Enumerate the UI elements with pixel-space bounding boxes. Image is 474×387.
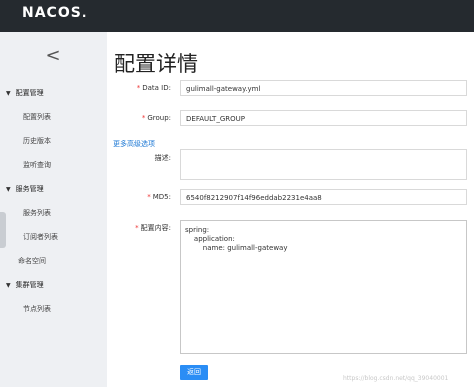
description-label: 描述:: [154, 154, 171, 162]
data-id-field[interactable]: gulimall-gateway.yml: [180, 80, 467, 96]
caret-down-icon: ▼: [6, 90, 11, 97]
md5-field[interactable]: 6540f8212907f14f96eddab2231e4aa8: [180, 189, 467, 205]
chevron-left-icon[interactable]: <: [44, 46, 62, 66]
advanced-options-link[interactable]: 更多高级选项: [113, 139, 155, 149]
config-content-editor[interactable]: spring: application: name: gulimall-gate…: [180, 220, 467, 354]
main-content: 配置详情 * Data ID: gulimall-gateway.yml * Gro…: [107, 32, 474, 387]
group-label: * Group:: [141, 114, 171, 122]
data-id-label: * Data ID:: [136, 84, 171, 92]
watermark: https://blog.csdn.net/qq_39040001: [343, 375, 449, 382]
sidebar-group-service-management[interactable]: ▼ 服务管理: [6, 184, 44, 194]
sidebar-item-namespace[interactable]: 命名空间: [18, 256, 46, 266]
sidebar-item-listener-query[interactable]: 监听查询: [23, 160, 51, 170]
sidebar-item-subscriber-list[interactable]: 订阅者列表: [23, 232, 58, 242]
sidebar-item-service-list[interactable]: 服务列表: [23, 208, 51, 218]
caret-down-icon: ▼: [6, 282, 11, 289]
content-label: * 配置内容:: [135, 224, 171, 232]
sidebar-group-cluster-management[interactable]: ▼ 集群管理: [6, 280, 44, 290]
sidebar-item-node-list[interactable]: 节点列表: [23, 304, 51, 314]
description-field[interactable]: [180, 149, 467, 180]
sidebar-item-history[interactable]: 历史版本: [23, 136, 51, 146]
group-field[interactable]: DEFAULT_GROUP: [180, 110, 467, 126]
sidebar-item-config-list[interactable]: 配置列表: [23, 112, 51, 122]
nacos-logo[interactable]: NACOS.: [22, 5, 87, 21]
sidebar-scroll-handle[interactable]: [0, 212, 6, 248]
page-title: 配置详情: [114, 52, 198, 76]
caret-down-icon: ▼: [6, 186, 11, 193]
md5-label: * MD5:: [147, 193, 171, 201]
sidebar-group-config-management[interactable]: ▼ 配置管理: [6, 88, 44, 98]
back-button[interactable]: 返回: [180, 365, 208, 380]
sidebar: < ▼ 配置管理 配置列表 历史版本 监听查询 ▼ 服务管理 服务列表 订阅者列表 …: [0, 32, 107, 387]
top-navigation-bar: NACOS.: [0, 0, 474, 32]
